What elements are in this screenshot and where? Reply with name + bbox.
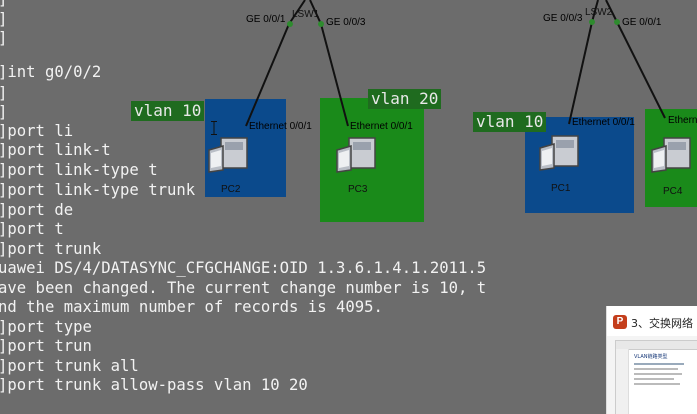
link-lsw2-pc4 (616, 21, 666, 119)
lsw1-port-right: GE 0/0/3 (326, 17, 366, 28)
computer-icon[interactable] (538, 132, 584, 174)
pc2-label: PC2 (221, 184, 241, 195)
slide-thumbnail[interactable]: VLAN链路类型 (615, 340, 697, 414)
vlan-label-left: vlan 10 (131, 101, 205, 121)
lsw1-port-left: GE 0/0/1 (246, 14, 286, 25)
lsw2-port-dot (589, 19, 595, 25)
link-lsw2-pc1 (568, 21, 593, 125)
lsw1-port-dot (287, 21, 293, 27)
powerpoint-preview[interactable]: P 3、交换网络 VLAN链路类型 (606, 306, 697, 414)
pc3-label: PC3 (348, 184, 368, 195)
text-cursor-icon (211, 121, 217, 135)
ensp-workspace: ]]]]int g0/0/2]]]port li]port link-t]por… (0, 0, 697, 414)
vlan-label-right: vlan 10 (473, 112, 547, 132)
pc1-port-label: Ethernet 0/0/1 (572, 117, 635, 128)
computer-icon[interactable] (207, 134, 253, 176)
lsw2-port-dot (614, 19, 620, 25)
lsw1-label[interactable]: LSW1 (292, 9, 319, 20)
pc4-port-label: Etherne (668, 115, 697, 126)
pc4-label: PC4 (663, 186, 683, 197)
preview-header: P 3、交换网络 (607, 306, 697, 336)
topology-links (245, 0, 666, 127)
pc3-port-label: Ethernet 0/0/1 (350, 121, 413, 132)
pc1-label: PC1 (551, 183, 571, 194)
lsw2-port-left: GE 0/0/3 (543, 13, 583, 24)
link-lsw1-pc3 (320, 23, 349, 127)
slide-heading: VLAN链路类型 (634, 354, 668, 360)
computer-icon[interactable] (335, 134, 381, 176)
lsw2-port-right: GE 0/0/1 (622, 17, 662, 28)
computer-icon[interactable] (650, 134, 696, 176)
lsw1-port-dot (318, 21, 324, 27)
link-lsw1-pc2 (245, 23, 290, 127)
powerpoint-icon: P (613, 315, 627, 329)
vlan-label-middle: vlan 20 (368, 89, 442, 109)
lsw2-label[interactable]: LSW2 (585, 7, 612, 18)
preview-title: 3、交换网络 (631, 317, 693, 330)
pc2-port-label: Ethernet 0/0/1 (249, 121, 312, 132)
